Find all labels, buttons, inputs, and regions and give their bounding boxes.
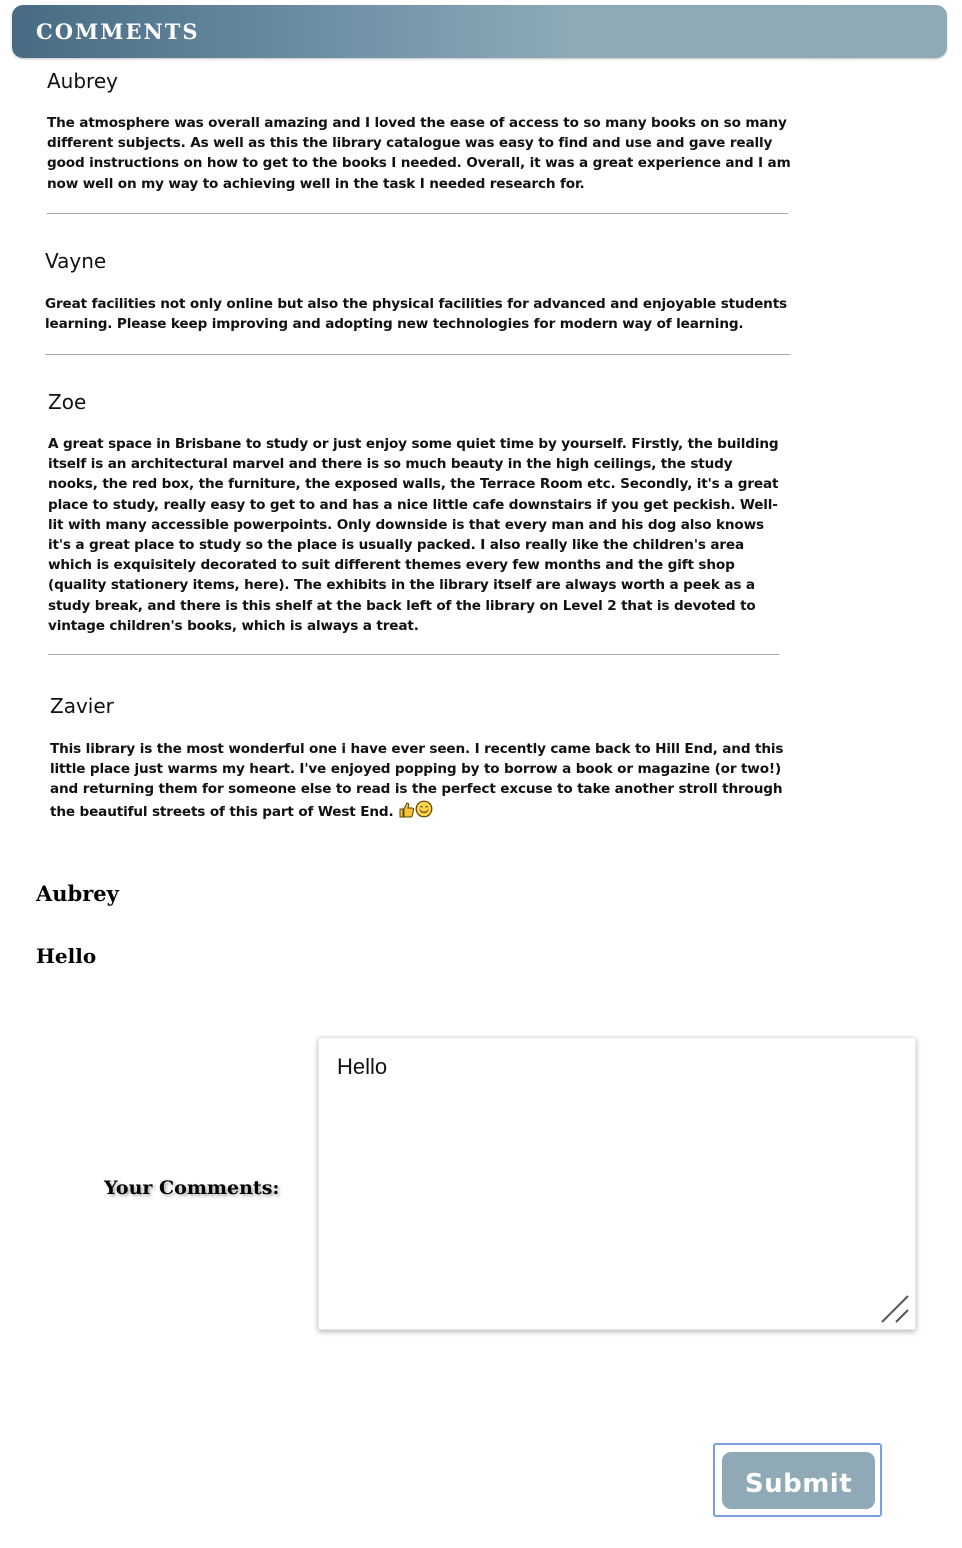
your-comments-label: Your Comments: <box>104 1177 280 1199</box>
comment-text: The atmosphere was overall amazing and I… <box>47 115 791 192</box>
posted-comment-text: Hello <box>36 944 97 968</box>
comment-text: Great facilities not only online but als… <box>45 296 787 333</box>
comment-author: Vayne <box>45 249 107 273</box>
submit-button[interactable]: Submit <box>722 1452 875 1509</box>
comment-card-zavier: Zavier This library is the most wonderfu… <box>50 694 785 824</box>
comment-card-aubrey: Aubrey The atmosphere was overall amazin… <box>47 69 792 194</box>
comment-text: This library is the most wonderful one i… <box>50 739 785 824</box>
smiling-face-icon <box>415 800 433 824</box>
comments-header-title: COMMENTS <box>36 19 200 44</box>
comment-author: Zoe <box>48 390 87 414</box>
posted-comment-author: Aubrey <box>36 881 119 906</box>
comment-author: Aubrey <box>47 69 118 93</box>
comment-text: A great space in Brisbane to study or ju… <box>48 436 779 634</box>
comment-author: Zavier <box>50 694 114 718</box>
comments-header-bar: COMMENTS <box>12 5 947 58</box>
thumbs-up-icon <box>398 801 415 824</box>
resize-grip-icon[interactable] <box>878 1292 912 1326</box>
comment-divider <box>47 213 788 214</box>
comment-divider <box>48 654 779 655</box>
comment-textarea[interactable]: Hello <box>318 1037 916 1330</box>
comment-card-vayne: Vayne Great facilities not only online b… <box>45 249 790 334</box>
comment-divider <box>45 354 790 355</box>
comment-card-zoe: Zoe A great space in Brisbane to study o… <box>48 390 780 636</box>
